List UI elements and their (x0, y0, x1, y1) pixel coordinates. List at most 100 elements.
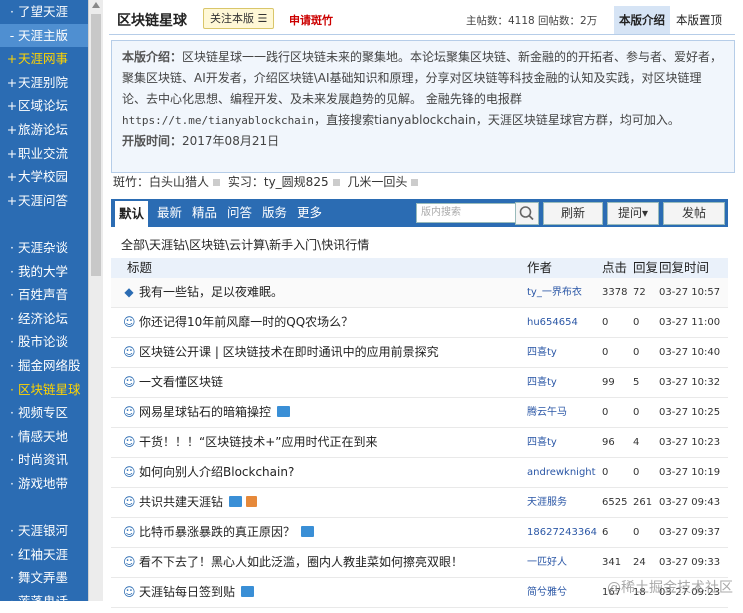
intern-link-1[interactable]: ty_圆规825 (264, 175, 329, 189)
thread-title[interactable]: 天涯钻每日签到贴 (139, 585, 235, 599)
thread-title[interactable]: 一文看懂区块链 (139, 375, 223, 389)
thread-title[interactable]: 网易星球钻石的暗箱操控 (139, 405, 271, 419)
sidebar-item[interactable]: · 区块链星球 (0, 378, 88, 402)
tab-featured[interactable]: 精品 (192, 199, 217, 227)
thread-title[interactable]: 共识共建天涯钻 (139, 495, 223, 509)
sidebar-item[interactable]: · 舞文弄墨 (0, 566, 88, 590)
thread-title[interactable]: 区块链公开课 | 区块链技术在即时通讯中的应用前景探究 (139, 345, 439, 359)
thread-author[interactable]: hu654654 (527, 308, 599, 337)
sidebar-item[interactable]: · 游戏地带 (0, 472, 88, 496)
sidebar-item[interactable]: +职业交流 (0, 142, 88, 166)
sidebar-item[interactable]: · 红袖天涯 (0, 543, 88, 567)
sidebar-item[interactable]: +天涯别院 (0, 71, 88, 95)
sidebar-item[interactable]: · 股市论谈 (0, 330, 88, 354)
moderator-link[interactable]: 白头山猎人 (149, 175, 209, 189)
table-row[interactable]: ☺ 网易星球钻石的暗箱操控 腾云午马 0 0 03-27 10:25 (111, 398, 728, 428)
sidebar-item[interactable]: · 天涯银河 (0, 519, 88, 543)
scroll-up-arrow-icon[interactable] (92, 2, 100, 8)
category-path[interactable]: 全部\天涯钻\区块链\云计算\新手入门\快讯行情 (121, 236, 369, 253)
sidebar-item[interactable]: · 时尚资讯 (0, 448, 88, 472)
thread-author[interactable]: 一匹好人 (527, 548, 599, 577)
thread-replies: 24 (633, 557, 646, 568)
scroll-thumb[interactable] (91, 14, 101, 276)
thread-author[interactable]: 四喜ty (527, 338, 599, 367)
new-post-button[interactable]: 发帖 (663, 202, 725, 225)
thread-author[interactable]: 简兮雅兮 (527, 578, 599, 607)
thread-title-cell[interactable]: ☺ 天涯钻每日签到贴 (123, 578, 518, 607)
search-button[interactable] (515, 202, 539, 225)
table-row[interactable]: ☺ 看不下去了！黑心人如此泛滥，圈内人教韭菜如何擦亮双眼！ 一匹好人 341 24 03-… (111, 548, 728, 578)
table-row[interactable]: ☺ 比特币暴涨暴跌的真正原因？ 18627243364 6 0 03-27 09:37 (111, 518, 728, 548)
thread-title-cell[interactable]: ☺ 共识共建天涯钻 (123, 488, 518, 517)
thread-clicks: 3378 (602, 287, 628, 298)
tab-qa[interactable]: 问答 (227, 199, 252, 227)
thread-title[interactable]: 我有一些钻，足以夜难眠。 (139, 285, 283, 299)
sidebar-item[interactable]: +大学校园 (0, 165, 88, 189)
thread-title[interactable]: 看不下去了！黑心人如此泛滥，圈内人教韭菜如何擦亮双眼！ (139, 555, 463, 569)
sidebar-item[interactable]: · 视频专区 (0, 401, 88, 425)
sidebar-item[interactable]: +旅游论坛 (0, 118, 88, 142)
refresh-button[interactable]: 刷新 (543, 202, 603, 225)
thread-author[interactable]: 四喜ty (527, 368, 599, 397)
tab-board-pinned[interactable]: 本版置顶 (676, 6, 722, 34)
thread-title-cell[interactable]: ☺ 如何向别人介绍Blockchain? (123, 458, 518, 487)
sidebar-item[interactable]: +天涯网事 (0, 47, 88, 71)
sidebar-scrollbar[interactable] (88, 0, 103, 601)
tab-board-intro[interactable]: 本版介绍 (614, 6, 670, 34)
table-row[interactable]: ☺ 干货！！！“区块链技术+”应用时代正在到来 四喜ty 96 4 03-27 10:23 (111, 428, 728, 458)
tab-more[interactable]: 更多 (297, 199, 322, 227)
thread-title-cell[interactable]: ☺ 你还记得10年前风靡一时的QQ农场么？ (123, 308, 518, 337)
image-attachment-icon (301, 526, 315, 537)
thread-author[interactable]: 18627243364 (527, 518, 599, 547)
intern-link-2[interactable]: 几米一回头 (347, 175, 407, 189)
thread-title-cell[interactable]: ☺ 一文看懂区块链 (123, 368, 518, 397)
sidebar-item[interactable]: · 天涯杂谈 (0, 236, 88, 260)
apply-moderator-link[interactable]: 申请斑竹 (289, 12, 333, 28)
diamond-icon: ◆ (124, 285, 134, 299)
telegram-url[interactable]: https://t.me/tianyablockchain (122, 114, 314, 127)
sidebar-item[interactable]: · 百姓声音 (0, 283, 88, 307)
tab-admin[interactable]: 版务 (262, 199, 287, 227)
table-row[interactable]: ☺ 如何向别人介绍Blockchain? andrewknight 0 0 03-27 1… (111, 458, 728, 488)
thread-title-cell[interactable]: ◆ 我有一些钻，足以夜难眠。 (123, 278, 518, 307)
sidebar-item[interactable]: +区域论坛 (0, 94, 88, 118)
thread-reply-time: 03-27 11:00 (659, 317, 721, 328)
thread-title[interactable]: 比特币暴涨暴跌的真正原因？ (139, 525, 295, 539)
table-row[interactable]: ☺ 区块链公开课 | 区块链技术在即时通讯中的应用前景探究 四喜ty 0 0 03-27 … (111, 338, 728, 368)
thread-title-cell[interactable]: ☺ 看不下去了！黑心人如此泛滥，圈内人教韭菜如何擦亮双眼！ (123, 548, 518, 577)
sidebar-item[interactable]: +天涯问答 (0, 189, 88, 213)
sidebar-item-label: 旅游论坛 (18, 121, 69, 137)
thread-title-cell[interactable]: ☺ 干货！！！“区块链技术+”应用时代正在到来 (123, 428, 518, 457)
thread-title[interactable]: 你还记得10年前风靡一时的QQ农场么？ (139, 315, 353, 329)
table-row[interactable]: ☺ 你还记得10年前风靡一时的QQ农场么？ hu654654 0 0 03-27 11:0… (111, 308, 728, 338)
table-row[interactable]: ☺ 一文看懂区块链 四喜ty 99 5 03-27 10:32 (111, 368, 728, 398)
thread-author[interactable]: andrewknight (527, 458, 599, 487)
tab-default[interactable]: 默认 (115, 199, 149, 227)
ask-button[interactable]: 提问▾ (607, 202, 659, 225)
sidebar-item-marker: + (6, 145, 18, 161)
sidebar-item[interactable]: · 了望天涯 (0, 0, 88, 24)
sidebar-item[interactable]: · 掘金网络股 (0, 354, 88, 378)
sidebar-item[interactable]: · 莲蓬鬼话 (0, 590, 88, 613)
sidebar-item[interactable]: - 天涯主版 (0, 23, 88, 48)
thread-author[interactable]: ty_一界布衣 (527, 278, 599, 307)
table-row[interactable]: ☺ 共识共建天涯钻 天涯服务 6525 261 03-27 09:43 (111, 488, 728, 518)
thread-author[interactable]: 腾云午马 (527, 398, 599, 427)
board-search-input[interactable]: 版内搜索 (416, 203, 518, 223)
thread-author[interactable]: 天涯服务 (527, 488, 599, 517)
open-time-label: 开版时间： (122, 134, 183, 148)
thread-title-cell[interactable]: ☺ 区块链公开课 | 区块链技术在即时通讯中的应用前景探究 (123, 338, 518, 367)
table-row[interactable]: ◆ 我有一些钻，足以夜难眠。 ty_一界布衣 3378 72 03-27 10:57 (111, 278, 728, 308)
thread-title[interactable]: 如何向别人介绍Blockchain? (139, 465, 294, 479)
sidebar-item[interactable]: · 经济论坛 (0, 307, 88, 331)
thread-title-cell[interactable]: ☺ 比特币暴涨暴跌的真正原因？ (123, 518, 518, 547)
thread-author[interactable]: 四喜ty (527, 428, 599, 457)
thread-title-cell[interactable]: ☺ 网易星球钻石的暗箱操控 (123, 398, 518, 427)
sidebar-item[interactable]: · 情感天地 (0, 425, 88, 449)
thread-title[interactable]: 干货！！！“区块链技术+”应用时代正在到来 (139, 435, 378, 449)
follow-board-button[interactable]: 关注本版 ☰ (203, 8, 275, 29)
thread-clicks: 6 (602, 527, 609, 538)
sidebar-item[interactable]: · 我的大学 (0, 260, 88, 284)
thread-reply-time: 03-27 10:32 (659, 377, 721, 388)
tab-latest[interactable]: 最新 (157, 199, 182, 227)
